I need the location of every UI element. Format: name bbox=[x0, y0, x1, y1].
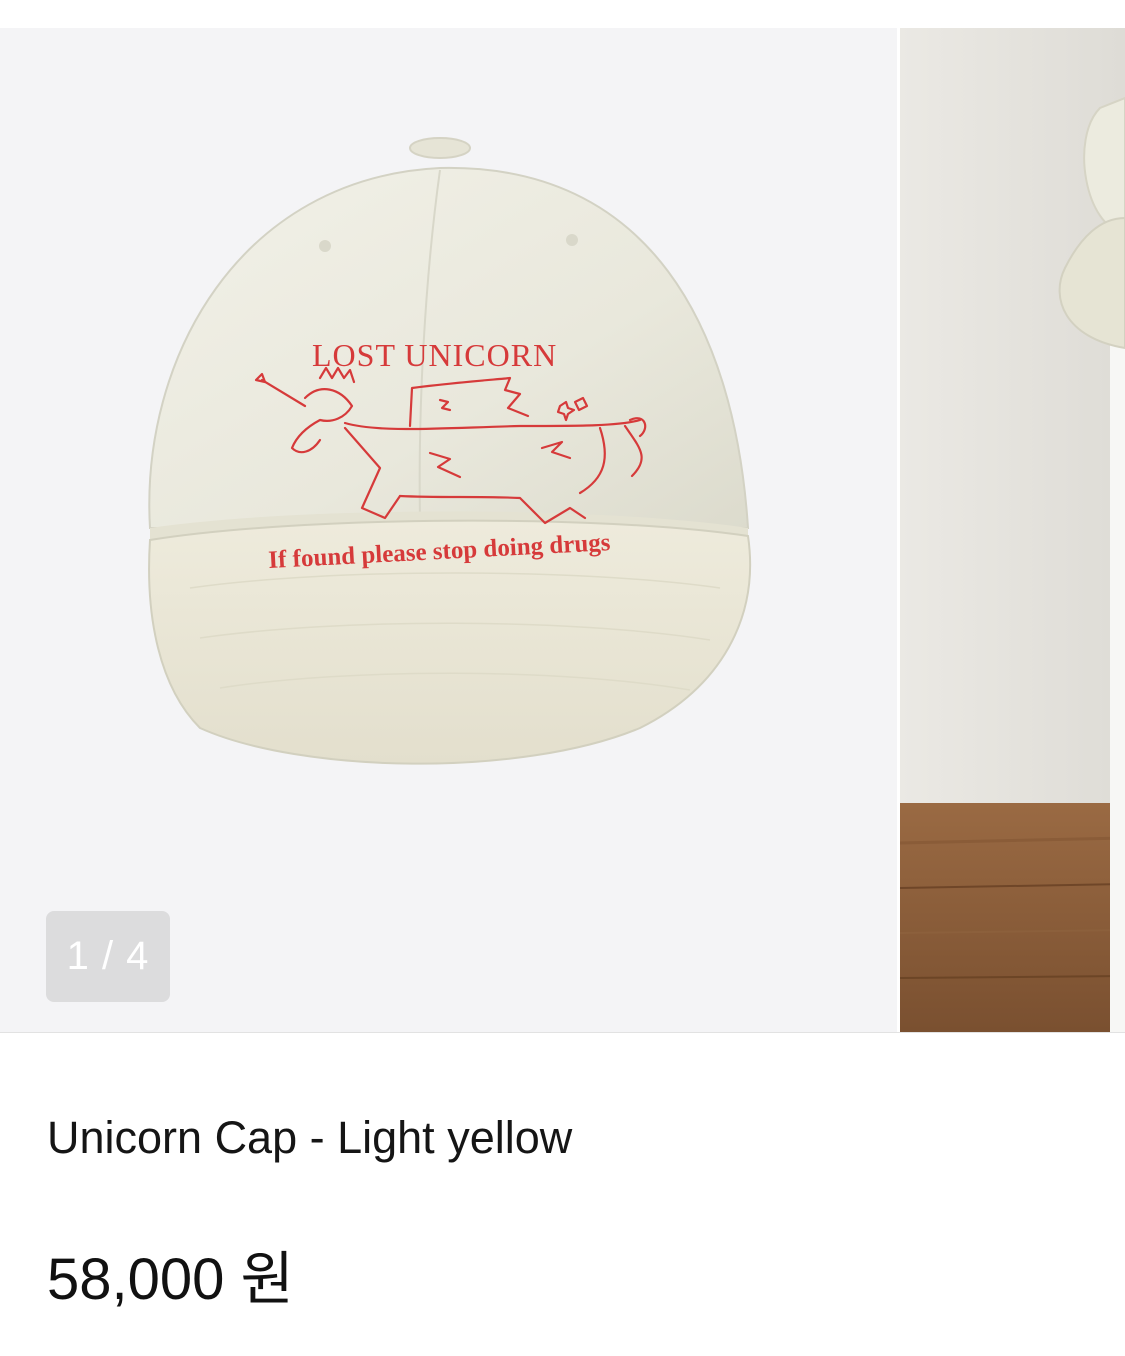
image-counter-badge: 1 / 4 bbox=[46, 911, 170, 1002]
cap-brand-text: LOST UNICORN bbox=[312, 337, 557, 373]
product-price: 58,000 원 bbox=[47, 1247, 294, 1312]
cap-front-photo: LOST UNICORN If found please stop doing … bbox=[148, 137, 752, 765]
product-image-2[interactable] bbox=[900, 28, 1125, 1032]
product-title: Unicorn Cap - Light yellow bbox=[47, 1112, 573, 1163]
product-image-gallery[interactable]: LOST UNICORN If found please stop doing … bbox=[0, 0, 1125, 1032]
section-divider bbox=[0, 1032, 1125, 1033]
product-image-1[interactable]: LOST UNICORN If found please stop doing … bbox=[0, 28, 897, 1032]
cap-side-photo bbox=[900, 28, 1125, 1032]
